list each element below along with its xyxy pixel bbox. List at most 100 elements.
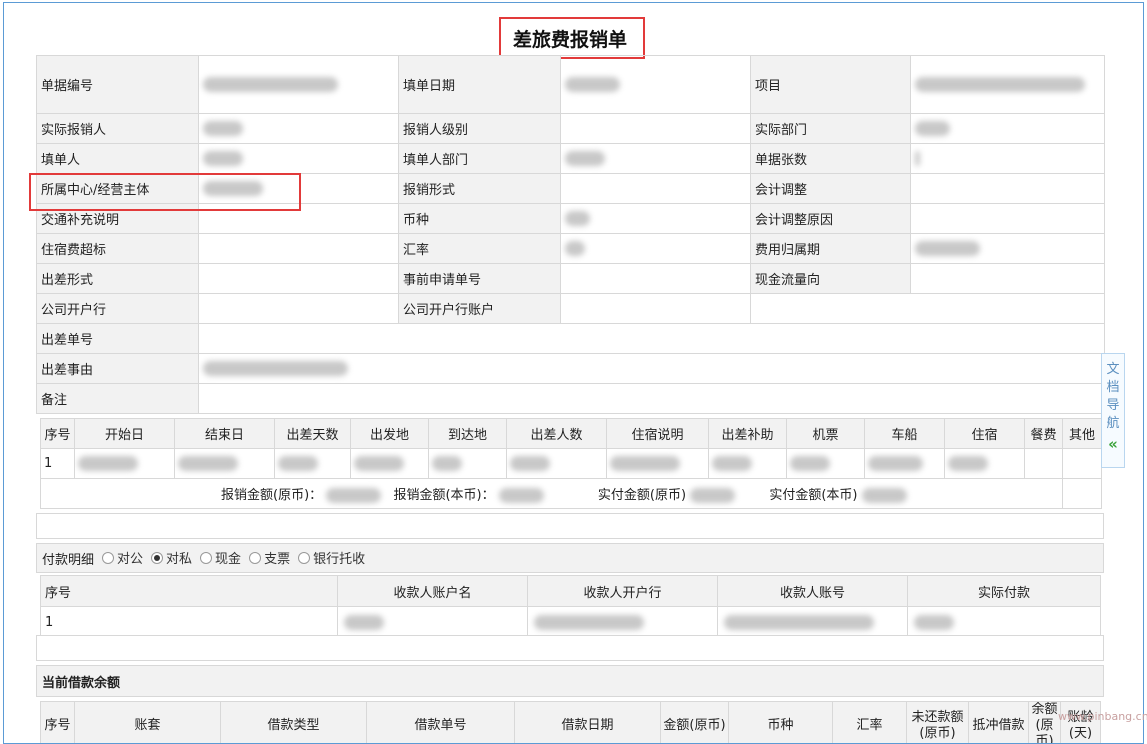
form-field-label: 填单日期 — [398, 55, 561, 114]
trip-column-header: 住宿说明 — [606, 418, 709, 449]
payee-column-header: 收款人开户行 — [527, 575, 718, 607]
loan-column-header: 金额(原币) — [660, 701, 729, 743]
form-field-value[interactable] — [198, 323, 1105, 354]
form-field-value[interactable] — [910, 203, 1105, 234]
form-empty-cell — [750, 293, 1105, 324]
spacer-row-2 — [36, 635, 1104, 661]
form-field-value[interactable] — [560, 203, 751, 234]
form-row: 公司开户行 公司开户行账户 — [36, 293, 1105, 324]
trip-cell — [708, 448, 787, 479]
form-field-value[interactable] — [560, 113, 751, 144]
doc-nav-char: 航 — [1106, 416, 1120, 431]
loan-header-row: 序号 账套 借款类型 借款单号 借款日期 金额(原币) 币种 汇率 未还款额 (原币) 抵冲借款余… — [40, 701, 1101, 743]
payment-option-label: 现金 — [215, 552, 242, 568]
form-field-value[interactable] — [910, 113, 1105, 144]
payee-row: 1 — [40, 606, 1101, 638]
payee-header-row: 序号 收款人账户名 收款人开户行 收款人账号 实际付款 — [40, 575, 1101, 607]
form-field-label: 单据张数 — [750, 143, 911, 174]
form-field-label: 会计调整原因 — [750, 203, 911, 234]
trip-totals-row: 报销金额(原币)： 报销金额(本币)： 实付金额(原币) 实付金额(本币) — [40, 478, 1102, 509]
payee-column-header: 实际付款 — [907, 575, 1101, 607]
trip-cell — [944, 448, 1025, 479]
form-field-label: 公司开户行账户 — [398, 293, 561, 324]
form-field-label: 报销人级别 — [398, 113, 561, 144]
trip-cell — [1062, 448, 1102, 479]
loan-column-header: 账套 — [74, 701, 221, 743]
loan-column-header: 汇率 — [832, 701, 907, 743]
radio-icon[interactable] — [151, 551, 164, 564]
trip-column-header: 开始日 — [74, 418, 175, 449]
form-field-value[interactable] — [198, 383, 1105, 414]
trip-row-no: 1 — [40, 448, 75, 479]
radio-icon[interactable] — [102, 551, 115, 564]
form-field-value[interactable] — [560, 233, 751, 264]
form-field-label: 实际部门 — [750, 113, 911, 144]
form-field-value[interactable] — [910, 263, 1105, 294]
payment-option-0[interactable]: 对公 — [102, 548, 143, 567]
form-field-label: 备注 — [36, 383, 199, 414]
form-field-value[interactable] — [198, 55, 399, 114]
doc-nav-char: 档 — [1106, 380, 1120, 395]
form-field-value[interactable] — [910, 143, 1105, 174]
trip-cell — [350, 448, 429, 479]
doc-nav-tab[interactable]: 文 档 导 航 « — [1101, 353, 1125, 468]
form-field-value[interactable] — [560, 263, 751, 294]
form-field-label: 填单人 — [36, 143, 199, 174]
double-chevron-left-icon[interactable]: « — [1108, 435, 1118, 453]
form-row: 备注 — [36, 383, 1105, 414]
center-field-highlight-box — [29, 173, 301, 211]
trip-column-header: 车船 — [864, 418, 945, 449]
form-field-value[interactable] — [198, 293, 399, 324]
radio-icon[interactable] — [298, 551, 311, 564]
payee-column-header: 收款人账号 — [717, 575, 908, 607]
trip-cell — [606, 448, 709, 479]
trip-cell — [786, 448, 865, 479]
trip-column-header: 机票 — [786, 418, 865, 449]
loan-balance-table: 序号 账套 借款类型 借款单号 借款日期 金额(原币) 币种 汇率 未还款额 (原币) 抵冲借款余… — [40, 701, 1101, 743]
title-highlight-box — [499, 17, 645, 59]
form-field-value[interactable] — [198, 263, 399, 294]
trip-detail-table: 序号 开始日 结束日 出差天数 出发地 到达地 出差人数 住宿说明 出差补助 机票 车船 住宿 餐费 其他… — [40, 418, 1102, 509]
loan-column-header: 借款单号 — [366, 701, 515, 743]
form-field-value[interactable] — [198, 143, 399, 174]
form-field-label: 汇率 — [398, 233, 561, 264]
form-field-value[interactable] — [560, 173, 751, 204]
loan-column-header: 抵冲借款 — [968, 701, 1029, 743]
paid-local-label: 实付金额(本币) — [769, 488, 858, 503]
form-field-label: 单据编号 — [36, 55, 199, 114]
trip-column-header: 结束日 — [174, 418, 275, 449]
form-field-value[interactable] — [560, 143, 751, 174]
form-field-label: 住宿费超标 — [36, 233, 199, 264]
spacer-row — [36, 513, 1104, 539]
form-row: 单据编号 填单日期 项目 — [36, 55, 1105, 114]
loan-column-header: 序号 — [40, 701, 75, 743]
form-header-table: 单据编号 填单日期 项目 实际报销人 报销人级别 实际部门 填单人 填单人部门 单据张数 所属中心… — [36, 55, 1105, 414]
loan-balance-title: 当前借款余额 — [36, 665, 1104, 697]
trip-column-header: 出差天数 — [274, 418, 351, 449]
form-field-value[interactable] — [910, 173, 1105, 204]
payment-option-2[interactable]: 现金 — [200, 548, 241, 567]
form-field-label: 实际报销人 — [36, 113, 199, 144]
trip-row: 1 — [40, 448, 1102, 479]
form-field-value[interactable] — [198, 233, 399, 264]
payee-column-header: 序号 — [40, 575, 338, 607]
loan-column-header: 币种 — [728, 701, 833, 743]
trip-cell — [274, 448, 351, 479]
form-field-value[interactable] — [198, 353, 1105, 384]
payment-option-3[interactable]: 支票 — [249, 548, 290, 567]
radio-icon[interactable] — [249, 551, 262, 564]
payment-option-4[interactable]: 银行托收 — [298, 548, 365, 567]
radio-icon[interactable] — [200, 551, 213, 564]
watermark-text: www.pinbang.cn — [1058, 710, 1147, 723]
form-row: 出差事由 — [36, 353, 1105, 384]
form-row: 填单人 填单人部门 单据张数 — [36, 143, 1105, 174]
form-field-value[interactable] — [560, 55, 751, 114]
trip-column-header: 出发地 — [350, 418, 429, 449]
form-field-value[interactable] — [910, 233, 1105, 264]
form-field-value[interactable] — [910, 55, 1105, 114]
form-row: 出差单号 — [36, 323, 1105, 354]
form-field-value[interactable] — [560, 293, 751, 324]
form-field-label: 币种 — [398, 203, 561, 234]
form-field-value[interactable] — [198, 113, 399, 144]
payment-option-1[interactable]: 对私 — [151, 548, 192, 567]
